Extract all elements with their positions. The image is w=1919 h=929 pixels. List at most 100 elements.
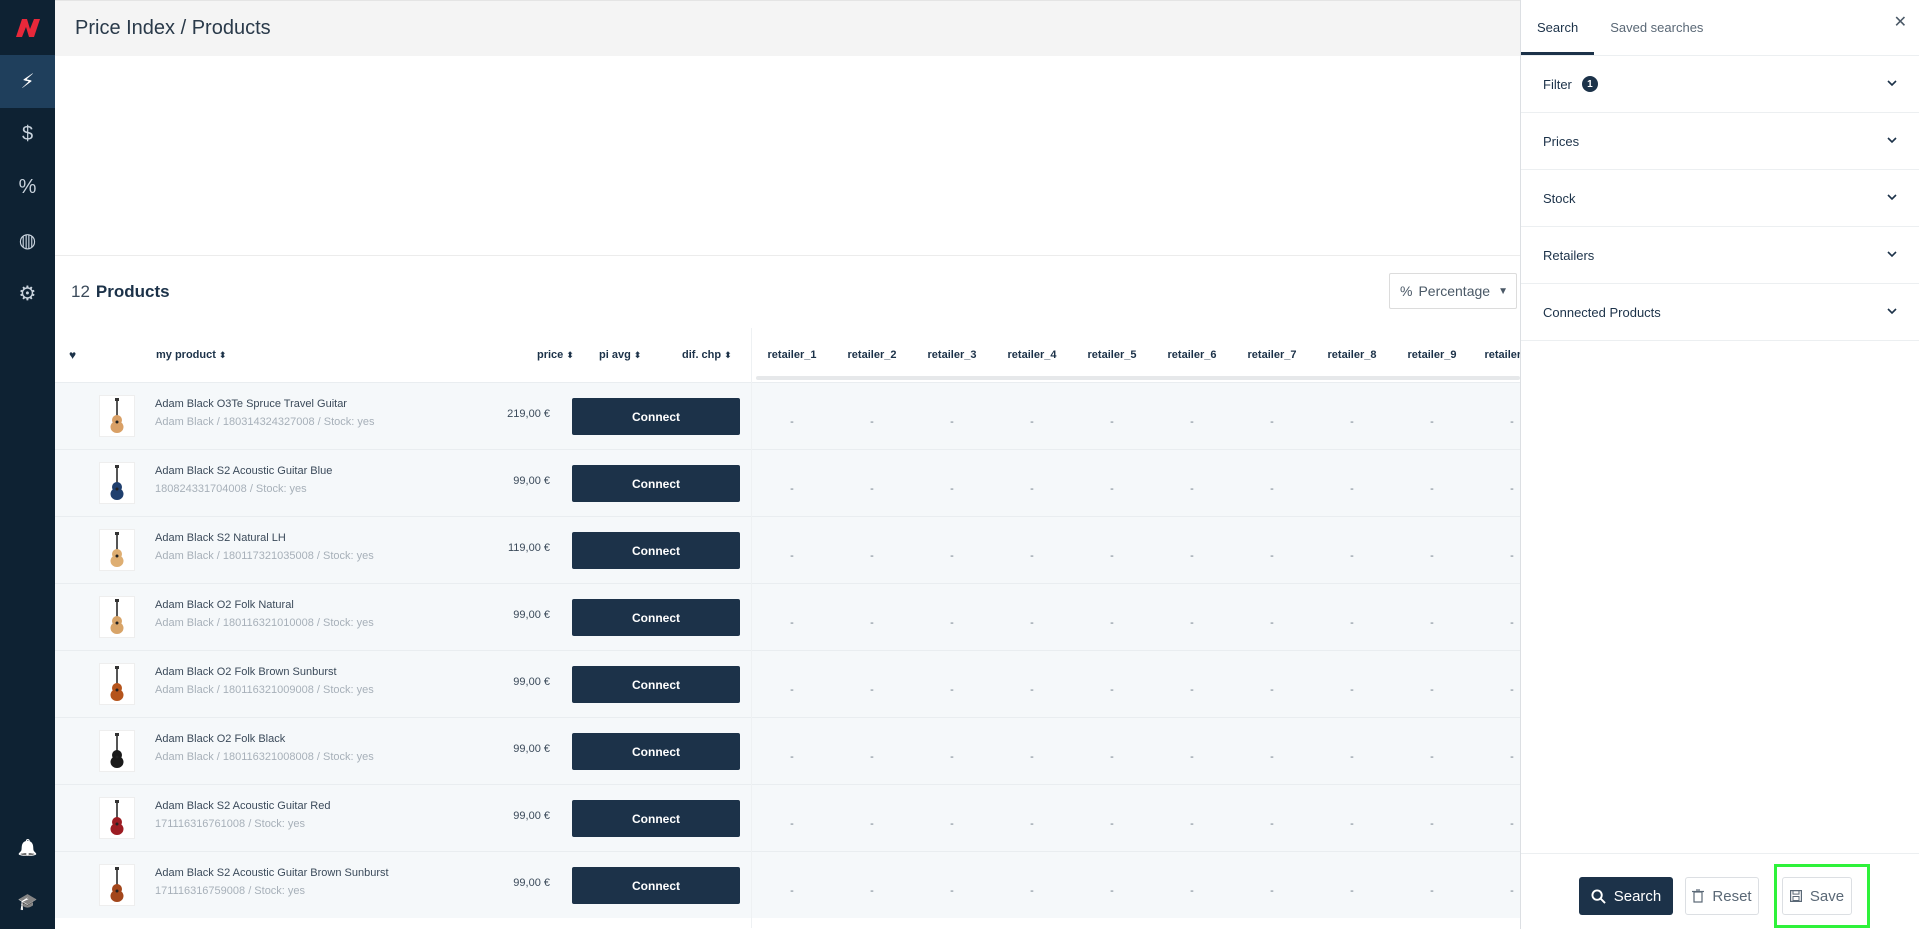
product-name[interactable]: Adam Black O3Te Spruce Travel Guitar: [155, 398, 347, 410]
sort-icon: ⬍: [633, 349, 642, 360]
retailer-column-headers: retailer_1 retailer_2 retailer_3 retailer_4…: [752, 328, 1520, 382]
nav-item-bell[interactable]: 🔔: [0, 821, 55, 875]
connect-button[interactable]: Connect: [572, 800, 740, 837]
nav-item-flash[interactable]: ⚡: [0, 55, 55, 108]
accordion-stock[interactable]: Stock: [1521, 170, 1919, 227]
connect-button[interactable]: Connect: [572, 733, 740, 770]
product-name[interactable]: Adam Black S2 Acoustic Guitar Red: [155, 800, 330, 812]
retailer-column-header[interactable]: retailer_9: [1392, 349, 1472, 361]
products-table: ♥ my product ⬍ price ⬍ pi avg ⬍ dif. chp…: [55, 328, 1520, 928]
price-column-header[interactable]: price ⬍: [537, 328, 574, 382]
retailer-cells: ----------: [752, 852, 1520, 919]
retailer-cell: -: [1270, 818, 1274, 830]
nav-item-globe[interactable]: ◍: [0, 214, 55, 267]
panel-tabs: Search Saved searches ✕: [1521, 0, 1919, 56]
retailer-cell: -: [1270, 550, 1274, 562]
brand-logo[interactable]: [0, 0, 55, 55]
product-name[interactable]: Adam Black O2 Folk Natural: [155, 599, 294, 611]
retailer-cell: -: [1110, 483, 1114, 495]
retailer-column-header[interactable]: retailer_3: [912, 349, 992, 361]
page-title: Price Index / Products: [75, 17, 271, 39]
product-name[interactable]: Adam Black O2 Folk Black: [155, 733, 285, 745]
retailer-cell: -: [1030, 818, 1034, 830]
horizontal-scrollbar[interactable]: [756, 376, 1520, 380]
connect-button[interactable]: Connect: [572, 398, 740, 435]
sort-icon: ⬍: [218, 349, 227, 360]
pi-avg-column-header[interactable]: pi avg ⬍: [599, 328, 641, 382]
my-product-column-header[interactable]: my product ⬍: [156, 328, 226, 382]
retailer-column-header[interactable]: retailer_4: [992, 349, 1072, 361]
product-name[interactable]: Adam Black O2 Folk Brown Sunburst: [155, 666, 337, 678]
product-thumbnail: [99, 797, 135, 839]
dif-chp-column-header[interactable]: dif. chp ⬍: [682, 328, 732, 382]
save-button-highlight: [1774, 864, 1870, 928]
chevron-down-icon: [1887, 137, 1897, 144]
display-mode-dropdown[interactable]: % Percentage ▼: [1389, 273, 1517, 309]
reset-button[interactable]: Reset: [1685, 877, 1759, 915]
nav-item-dollar[interactable]: $: [0, 108, 55, 161]
product-name[interactable]: Adam Black S2 Natural LH: [155, 532, 286, 544]
retailer-column-header[interactable]: retailer_6: [1152, 349, 1232, 361]
connect-button[interactable]: Connect: [572, 465, 740, 502]
table-row[interactable]: Adam Black O3Te Spruce Travel Guitar Adam…: [55, 382, 1520, 449]
retailer-column-header[interactable]: retailer_2: [832, 349, 912, 361]
guitar-icon: [110, 800, 124, 835]
retailer-cell: -: [790, 483, 794, 495]
table-row[interactable]: Adam Black O2 Folk Black Adam Black / 180…: [55, 717, 1520, 784]
product-thumbnail: [99, 529, 135, 571]
guitar-icon: [110, 532, 124, 567]
retailer-cell: -: [1270, 416, 1274, 428]
tab-search[interactable]: Search: [1521, 0, 1595, 55]
sort-icon: ⬍: [566, 349, 574, 360]
product-price: 99,00 €: [513, 877, 550, 889]
retailer-cell: -: [1350, 684, 1354, 696]
connect-button[interactable]: Connect: [572, 666, 740, 703]
nav-item-percent[interactable]: %: [0, 161, 55, 214]
nav-item-graduation-cap[interactable]: 🎓: [0, 875, 55, 929]
product-thumbnail: [99, 663, 135, 705]
table-row[interactable]: Adam Black S2 Natural LH Adam Black / 180…: [55, 516, 1520, 583]
favorite-column-header[interactable]: ♥: [69, 328, 76, 382]
connect-button[interactable]: Connect: [572, 599, 740, 636]
product-meta: 180824331704008 / Stock: yes: [155, 483, 307, 495]
table-row[interactable]: Adam Black O2 Folk Natural Adam Black / 1…: [55, 583, 1520, 650]
tab-saved-searches[interactable]: Saved searches: [1594, 0, 1719, 55]
retailer-cell: -: [950, 550, 954, 562]
retailer-cell: -: [1110, 885, 1114, 897]
retailer-column-header[interactable]: retailer_5: [1072, 349, 1152, 361]
close-icon[interactable]: ✕: [1894, 12, 1907, 32]
side-nav: ⚡ $% ◍ ⚙ 🔔 🎓: [0, 0, 55, 929]
table-row[interactable]: Adam Black S2 Acoustic Guitar Blue 180824…: [55, 449, 1520, 516]
retailer-cell: -: [1030, 550, 1034, 562]
table-row[interactable]: Adam Black S2 Acoustic Guitar Red 1711163…: [55, 784, 1520, 851]
retailer-column-header[interactable]: retailer_1: [752, 349, 832, 361]
guitar-icon: [110, 465, 124, 500]
price-header-label: price: [537, 349, 564, 361]
connect-button[interactable]: Connect: [572, 532, 740, 569]
retailer-cell: -: [950, 416, 954, 428]
accordion-connected-products[interactable]: Connected Products: [1521, 284, 1919, 341]
accordion-retailers[interactable]: Retailers: [1521, 227, 1919, 284]
retailer-column-header[interactable]: retailer_7: [1232, 349, 1312, 361]
product-name[interactable]: Adam Black S2 Acoustic Guitar Blue: [155, 465, 332, 477]
panel-footer: Search Reset Save: [1521, 853, 1919, 929]
nav-item-gear[interactable]: ⚙: [0, 267, 55, 320]
table-row[interactable]: Adam Black O2 Folk Brown Sunburst Adam Bl…: [55, 650, 1520, 717]
table-row[interactable]: Adam Black S2 Acoustic Guitar Brown Sunb…: [55, 851, 1520, 918]
retailer-cell: -: [1190, 617, 1194, 629]
product-name[interactable]: Adam Black S2 Acoustic Guitar Brown Sunb…: [155, 867, 389, 879]
retailer-column-header[interactable]: retailer_10: [1472, 349, 1520, 361]
product-price: 119,00 €: [507, 542, 550, 554]
accordion-filter[interactable]: Filter 1: [1521, 56, 1919, 113]
accordion-prices[interactable]: Prices: [1521, 113, 1919, 170]
connect-button[interactable]: Connect: [572, 867, 740, 904]
product-thumbnail: [99, 462, 135, 504]
retailer-cell: -: [1270, 617, 1274, 629]
dif-chp-header-label: dif. chp: [682, 349, 722, 361]
products-count: 12: [71, 282, 90, 301]
retailer-column-header[interactable]: retailer_8: [1312, 349, 1392, 361]
retailer-cell: -: [1510, 416, 1514, 428]
display-mode-value: Percentage: [1418, 283, 1491, 299]
retailer-cell: -: [1430, 483, 1434, 495]
search-button[interactable]: Search: [1579, 877, 1673, 915]
